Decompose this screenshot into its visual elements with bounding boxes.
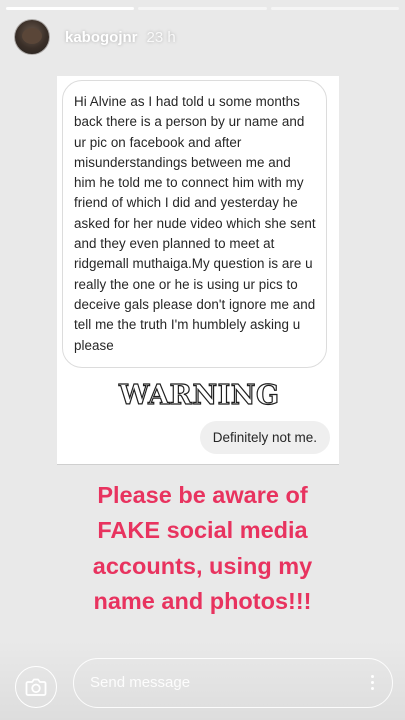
progress-segment [6, 7, 135, 10]
warning-stamp: WARNING [118, 379, 280, 411]
username[interactable]: kabogojnr [65, 29, 138, 46]
caption-line: Please be aware of [97, 482, 308, 508]
send-message-placeholder: Send message [90, 674, 191, 691]
progress-segment [138, 7, 267, 10]
avatar[interactable] [14, 19, 50, 55]
camera-icon [25, 678, 47, 696]
camera-button[interactable] [15, 666, 57, 708]
caption-line: name and photos!!! [93, 587, 312, 614]
caption-line: accounts, using my [92, 552, 313, 579]
story-progress-bar [6, 7, 399, 10]
incoming-message-bubble: Hi Alvine as I had told u some months ba… [62, 80, 327, 368]
divider [57, 464, 339, 465]
timestamp: 23 h [146, 28, 176, 46]
progress-segment [270, 7, 399, 10]
more-vertical-icon[interactable] [371, 675, 375, 693]
reply-message-bubble: Definitely not me. [199, 421, 330, 454]
message-screenshot: Hi Alvine as I had told u some months ba… [57, 76, 339, 464]
caption-line: FAKE social media [97, 517, 308, 544]
send-message-input[interactable]: Send message [73, 658, 393, 708]
story-header: kabogojnr 23 h [14, 19, 176, 55]
story-caption: Please be aware of FAKE social media acc… [18, 478, 387, 619]
